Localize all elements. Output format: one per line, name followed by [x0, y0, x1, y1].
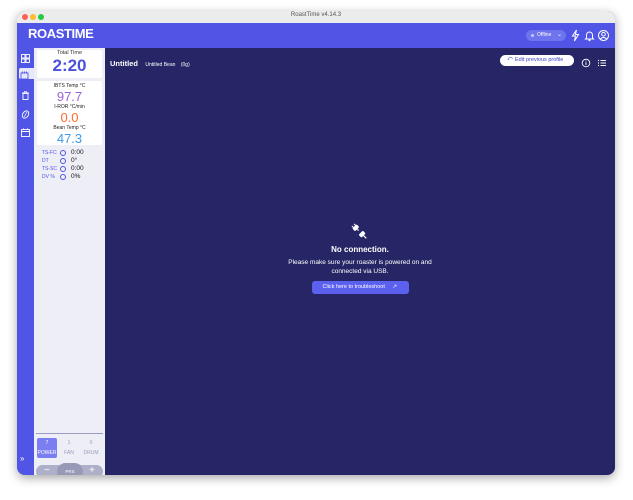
prs-button[interactable]: PRS — [57, 463, 83, 475]
info-icon[interactable] — [60, 150, 66, 156]
app-logo: ROASTIME — [28, 26, 94, 41]
troubleshoot-button[interactable]: Click here to troubleshoot ↗ — [311, 281, 409, 294]
drum-value: 0 — [89, 440, 93, 446]
info-icon[interactable] — [60, 158, 66, 164]
trash-icon[interactable] — [20, 88, 31, 100]
bell-icon[interactable] — [583, 29, 596, 42]
stat-row-dv: DV % 0% — [42, 173, 101, 182]
calendar-icon[interactable] — [20, 125, 31, 137]
bean-name: Untitled Bean — [145, 62, 176, 68]
edit-previous-profile-label: Edit previous profile — [515, 57, 564, 63]
unplugged-icon — [351, 223, 367, 239]
nav-rail: » — [17, 48, 34, 475]
power-stepper: − PRS + — [36, 463, 103, 475]
no-connection-state: No connection. Please make sure your roa… — [105, 223, 615, 299]
bolt-icon[interactable] — [569, 29, 582, 42]
stat-value: 0:00 — [71, 165, 84, 172]
info-icon[interactable] — [60, 166, 66, 172]
bean-temp-value: 47.3 — [56, 131, 83, 146]
connection-status-label: Offline — [537, 32, 552, 38]
account-icon[interactable] — [597, 29, 610, 42]
fan-label: FAN — [64, 450, 74, 456]
stat-value: 0° — [71, 157, 78, 164]
app-header: ROASTIME Offline ⌄ — [17, 23, 615, 48]
info-circle-icon[interactable] — [581, 55, 591, 68]
power-control[interactable]: 7 POWER — [37, 438, 57, 458]
drum-label: DRUM — [83, 450, 99, 456]
drum-control[interactable]: 0 DRUM — [81, 438, 101, 458]
window-title: RoastTime v4.14.3 — [290, 12, 342, 18]
info-icon[interactable] — [60, 174, 66, 180]
expand-sidebar-button[interactable]: » — [20, 454, 24, 463]
dashboard-icon[interactable] — [20, 51, 31, 63]
app-window: RoastTime v4.14.3 ROASTIME Offline ⌄ » T… — [17, 11, 615, 475]
ror-value: 0.0 — [60, 110, 79, 125]
stat-key: DV % — [42, 174, 55, 180]
decrement-button[interactable]: − — [44, 465, 50, 475]
power-value: 7 — [45, 440, 49, 446]
ibts-temp-value: 97.7 — [56, 89, 83, 104]
total-time-value: 2:20 — [52, 56, 87, 75]
profile-header: Untitled Untitled Bean (0g) — [110, 53, 190, 71]
chevron-down-icon: ⌄ — [556, 32, 562, 38]
increment-button[interactable]: + — [89, 465, 95, 475]
stat-value: 0% — [71, 173, 81, 180]
no-connection-line-1: Please make sure your roaster is powered… — [288, 259, 432, 266]
stat-key: DT — [42, 158, 49, 164]
power-label: POWER — [37, 450, 57, 456]
stat-value: 0:00 — [71, 149, 84, 156]
main-area: Untitled Untitled Bean (0g) ⤺ Edit previ… — [105, 48, 615, 475]
fan-value: 1 — [67, 440, 71, 446]
profile-title: Untitled — [110, 59, 138, 68]
list-icon[interactable] — [597, 55, 607, 67]
total-time-card: Total Time 2:20 — [37, 50, 102, 78]
troubleshoot-label: Click here to troubleshoot — [322, 284, 385, 290]
no-connection-message: Please make sure your roaster is powered… — [105, 258, 615, 276]
undo-icon: ⤺ — [507, 56, 513, 62]
bean-weight: (0g) — [180, 62, 190, 68]
connection-status-dropdown[interactable]: Offline ⌄ — [526, 30, 566, 41]
edit-previous-profile-button[interactable]: ⤺ Edit previous profile — [500, 55, 574, 66]
roaster-icon[interactable] — [19, 68, 34, 80]
stat-key: TS-SC — [42, 166, 57, 172]
fan-control[interactable]: 1 FAN — [59, 438, 79, 458]
readings-panel: Total Time 2:20 IBTS Temp °C 97.7 I-ROR … — [34, 48, 105, 475]
external-link-icon: ↗ — [392, 284, 398, 290]
controls-divider — [36, 433, 103, 434]
temperature-card: IBTS Temp °C 97.7 I-ROR °C/min 0.0 Bean … — [37, 81, 102, 146]
bean-icon[interactable] — [20, 107, 31, 119]
stat-key: TS-FC — [42, 150, 57, 156]
no-connection-title: No connection. — [331, 245, 389, 254]
no-connection-line-2: connected via USB. — [331, 268, 389, 275]
status-dot-icon — [531, 34, 534, 37]
